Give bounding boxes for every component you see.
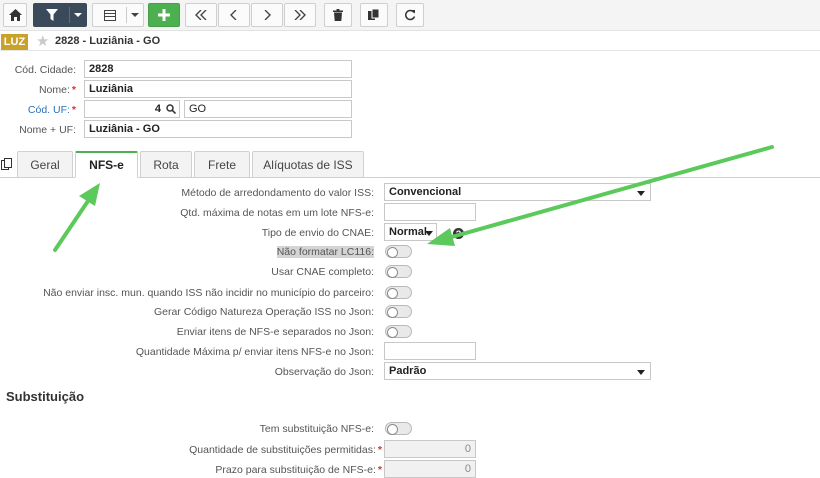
copy-icon	[368, 9, 380, 20]
duplicate-icon[interactable]	[1, 158, 13, 170]
copy-button[interactable]	[360, 3, 388, 27]
delete-button[interactable]	[324, 3, 352, 27]
filter-icon	[46, 9, 58, 21]
help-icon[interactable]: ?	[453, 228, 464, 239]
enviar-itens-toggle[interactable]	[385, 325, 412, 338]
tab-aliquotas-iss[interactable]: Alíquotas de ISS	[252, 151, 364, 178]
nome-uf-label: Nome + UF:	[19, 124, 76, 136]
search-icon[interactable]	[166, 104, 176, 114]
qtd-max-itens-label: Quantidade Máxima p/ enviar itens NFS-e …	[135, 346, 374, 358]
nao-formatar-label: Não formatar LC116:	[276, 246, 374, 258]
favorite-star-icon[interactable]: ★	[36, 33, 49, 50]
enviar-itens-label: Enviar itens de NFS-e separados no Json:	[176, 326, 374, 338]
tem-substituicao-toggle[interactable]	[385, 422, 412, 435]
qtd-max-notas-field[interactable]	[384, 203, 476, 221]
nao-enviar-insc-toggle[interactable]	[385, 286, 412, 299]
grid-view-button[interactable]	[92, 3, 144, 27]
tipo-envio-label: Tipo de envio do CNAE:	[261, 227, 374, 239]
usar-cnae-label: Usar CNAE completo:	[271, 266, 374, 278]
qtd-max-notas-label: Qtd. máxima de notas em um lote NFS-e:	[180, 207, 374, 219]
previous-record-button[interactable]	[218, 3, 250, 27]
tab-frete[interactable]: Frete	[194, 151, 250, 178]
chevron-right-icon	[264, 10, 271, 20]
usar-cnae-toggle[interactable]	[385, 265, 412, 278]
toolbar	[0, 0, 820, 31]
arrow-annotation-tab	[53, 183, 100, 252]
nao-formatar-toggle[interactable]	[385, 245, 412, 258]
record-badge: LUZ	[1, 34, 28, 50]
next-record-button[interactable]	[251, 3, 283, 27]
prazo-substituicao-label: Prazo para substituição de NFS-e: *	[215, 464, 382, 476]
filter-button[interactable]	[33, 3, 87, 27]
grid-icon	[104, 9, 116, 21]
last-record-button[interactable]	[284, 3, 316, 27]
chevron-down-icon	[637, 370, 645, 375]
trash-icon	[333, 9, 343, 21]
metodo-select[interactable]: Convencional	[384, 183, 651, 201]
observacao-select[interactable]: Padrão	[384, 362, 651, 380]
chevron-left-icon	[230, 10, 237, 20]
substituicao-section-title: Substituição	[6, 389, 85, 404]
metodo-label: Método de arredondamento do valor ISS:	[181, 187, 374, 199]
tab-rota[interactable]: Rota	[140, 151, 192, 178]
nome-uf-field: Luziânia - GO	[84, 120, 352, 138]
chevron-down-icon	[425, 231, 433, 236]
home-button[interactable]	[3, 3, 27, 27]
tipo-envio-select[interactable]: Normal	[384, 223, 437, 241]
chevron-down-icon	[637, 191, 645, 196]
cod-uf-label[interactable]: Cód. UF: *	[28, 104, 76, 116]
double-chevron-right-icon	[294, 10, 306, 20]
qtd-max-itens-field[interactable]	[384, 342, 476, 360]
uf-name-field: GO	[184, 100, 352, 118]
chevron-down-icon	[131, 13, 139, 17]
plus-icon	[158, 9, 170, 21]
tem-substituicao-label: Tem substituição NFS-e:	[259, 423, 374, 435]
gerar-codigo-label: Gerar Código Natureza Operação ISS no Js…	[153, 306, 374, 318]
nome-field[interactable]: Luziânia	[84, 80, 352, 98]
first-record-button[interactable]	[185, 3, 217, 27]
qtd-substituicoes-field: 0	[384, 440, 476, 458]
add-button[interactable]	[148, 3, 180, 27]
prazo-substituicao-field: 0	[384, 460, 476, 478]
nome-label: Nome: *	[38, 84, 76, 96]
record-header: LUZ ★ 2828 - Luziânia - GO	[0, 32, 820, 51]
tab-nfse[interactable]: NFS-e	[75, 151, 138, 178]
refresh-icon	[405, 9, 416, 21]
chevron-down-icon	[74, 13, 82, 17]
observacao-label: Observação do Json:	[274, 366, 374, 378]
refresh-button[interactable]	[396, 3, 424, 27]
gerar-codigo-toggle[interactable]	[385, 305, 412, 318]
cod-cidade-label: Cód. Cidade:	[14, 64, 76, 76]
home-icon	[8, 9, 22, 21]
double-chevron-left-icon	[195, 10, 207, 20]
qtd-substituicoes-label: Quantidade de substituições permitidas: *	[189, 444, 382, 456]
nao-enviar-insc-label: Não enviar insc. mun. quando ISS não inc…	[43, 287, 374, 299]
record-title: 2828 - Luziânia - GO	[55, 35, 161, 47]
cod-cidade-field[interactable]: 2828	[84, 60, 352, 78]
tab-geral[interactable]: Geral	[17, 151, 73, 178]
